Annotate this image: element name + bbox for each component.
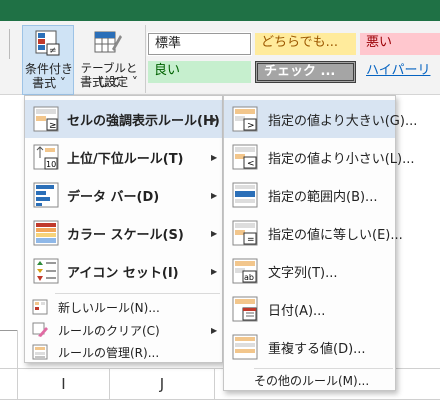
svg-text:≥: ≥	[49, 121, 57, 131]
svg-text:=: =	[247, 235, 255, 245]
date-occurring-icon	[232, 296, 258, 322]
conditional-formatting-button[interactable]: ≠ 条件付き 書式 ˅	[22, 25, 74, 95]
submenu-item-label: 文字列(T)...	[268, 265, 338, 281]
conditional-formatting-label-2: 書式 ˅	[32, 76, 66, 90]
submenu-item-duplicate-values[interactable]: 重複する値(D)...	[224, 328, 395, 366]
greater-than-icon: >	[232, 106, 258, 132]
submenu-item-label: 重複する値(D)...	[268, 341, 366, 357]
submenu-item-label: 指定の範囲内(B)...	[268, 189, 378, 205]
submenu-item-date-occurring[interactable]: 日付(A)...	[224, 290, 395, 328]
menu-item-label: カラー スケール(S)	[67, 227, 184, 243]
menu-item-manage-rules[interactable]: ルールの管理(R)...	[25, 341, 222, 363]
color-scales-icon	[33, 220, 59, 246]
style-normal[interactable]: 標準	[147, 32, 252, 56]
column-header-i[interactable]: I	[18, 369, 109, 399]
menu-item-label: 新しいルール(N)...	[58, 300, 160, 315]
top-bottom-rules-icon: 10	[33, 144, 59, 170]
format-as-table-label-2: 書式設定 ˅	[80, 75, 138, 89]
menu-item-label: ルールの管理(R)...	[58, 345, 160, 360]
menu-item-clear-rules[interactable]: ルールのクリア(C) ▶	[25, 319, 222, 341]
data-bars-icon	[33, 182, 59, 208]
style-hyperlink[interactable]: ハイパーリ	[360, 61, 440, 83]
submenu-arrow-icon: ▶	[211, 152, 218, 162]
submenu-item-label: 日付(A)...	[268, 303, 326, 319]
menu-item-new-rule[interactable]: 新しいルール(N)...	[25, 296, 222, 318]
submenu-item-text-contains[interactable]: ab 文字列(T)...	[224, 252, 395, 290]
less-than-icon: <	[232, 144, 258, 170]
conditional-formatting-label-1: 条件付き	[24, 62, 73, 76]
submenu-item-label: 指定の値より小さい(L)...	[268, 151, 415, 167]
menu-item-label: ルールのクリア(C)	[58, 323, 160, 338]
menu-item-label: データ バー(D)	[67, 189, 160, 205]
text-contains-icon: ab	[232, 258, 258, 284]
ribbon-separator	[145, 25, 147, 93]
menu-item-top-bottom-rules[interactable]: 10 上位/下位ルール(T) ▶	[25, 138, 222, 176]
svg-text:<: <	[247, 159, 255, 169]
svg-text:ab: ab	[244, 273, 254, 282]
column-header-j[interactable]: J	[110, 369, 214, 399]
submenu-item-greater-than[interactable]: > 指定の値より大きい(G)...	[224, 100, 417, 138]
submenu-arrow-icon: ▶	[211, 266, 218, 276]
manage-rules-icon	[32, 344, 48, 360]
svg-text:>: >	[247, 121, 255, 131]
grid-line	[0, 330, 17, 331]
clear-rules-icon	[32, 322, 48, 338]
menu-item-data-bars[interactable]: データ バー(D) ▶	[25, 176, 222, 214]
menu-item-label: セルの強調表示ルール(H)	[67, 113, 220, 129]
ribbon-left-edge	[0, 29, 10, 59]
submenu-item-less-than[interactable]: < 指定の値より小さい(L)...	[224, 138, 415, 176]
format-as-table-button[interactable]: テーブルとして 書式設定 ˅	[76, 25, 142, 95]
submenu-arrow-icon: ▶	[211, 228, 218, 238]
between-icon	[232, 182, 258, 208]
menu-item-label: 上位/下位ルール(T)	[67, 151, 184, 167]
submenu-item-label: 指定の値に等しい(E)...	[268, 227, 403, 243]
style-check-cell[interactable]: チェック ...	[255, 61, 356, 83]
submenu-item-more-rules[interactable]: その他のルール(M)...	[224, 369, 395, 391]
icon-sets-icon	[33, 258, 59, 284]
submenu-item-equal-to[interactable]: = 指定の値に等しい(E)...	[224, 214, 403, 252]
style-good[interactable]: 良い	[148, 61, 251, 83]
grid-line	[214, 368, 215, 400]
style-neutral[interactable]: どちらでも...	[255, 33, 356, 55]
conditional-formatting-menu: ≥ セルの強調表示ルール(H) ▶ 10 上位/下位ルール(T) ▶ データ バ…	[24, 95, 223, 363]
submenu-arrow-icon: ▶	[211, 325, 218, 335]
style-bad[interactable]: 悪い	[360, 33, 440, 55]
title-bar	[0, 0, 440, 21]
duplicate-values-icon	[232, 334, 258, 360]
menu-item-highlight-cells-rules[interactable]: ≥ セルの強調表示ルール(H) ▶	[25, 100, 222, 138]
menu-item-label: アイコン セット(I)	[67, 265, 179, 281]
menu-separator	[55, 293, 220, 294]
svg-text:10: 10	[46, 160, 56, 169]
highlight-cells-rules-submenu: > 指定の値より大きい(G)... < 指定の値より小さい(L)... 指定の範…	[223, 95, 417, 391]
menu-item-color-scales[interactable]: カラー スケール(S) ▶	[25, 214, 222, 252]
format-as-table-icon	[94, 29, 122, 57]
submenu-arrow-icon: ▶	[211, 114, 218, 124]
submenu-arrow-icon: ▶	[211, 190, 218, 200]
submenu-item-label: 指定の値より大きい(G)...	[268, 113, 418, 129]
menu-item-icon-sets[interactable]: アイコン セット(I) ▶	[25, 252, 222, 290]
submenu-item-label: その他のルール(M)...	[254, 373, 370, 388]
submenu-item-between[interactable]: 指定の範囲内(B)...	[224, 176, 395, 214]
equal-to-icon: =	[232, 220, 258, 246]
new-rule-icon	[32, 299, 48, 315]
highlight-rules-icon: ≥	[33, 106, 59, 132]
conditional-formatting-icon: ≠	[35, 30, 61, 56]
svg-text:≠: ≠	[49, 46, 57, 56]
